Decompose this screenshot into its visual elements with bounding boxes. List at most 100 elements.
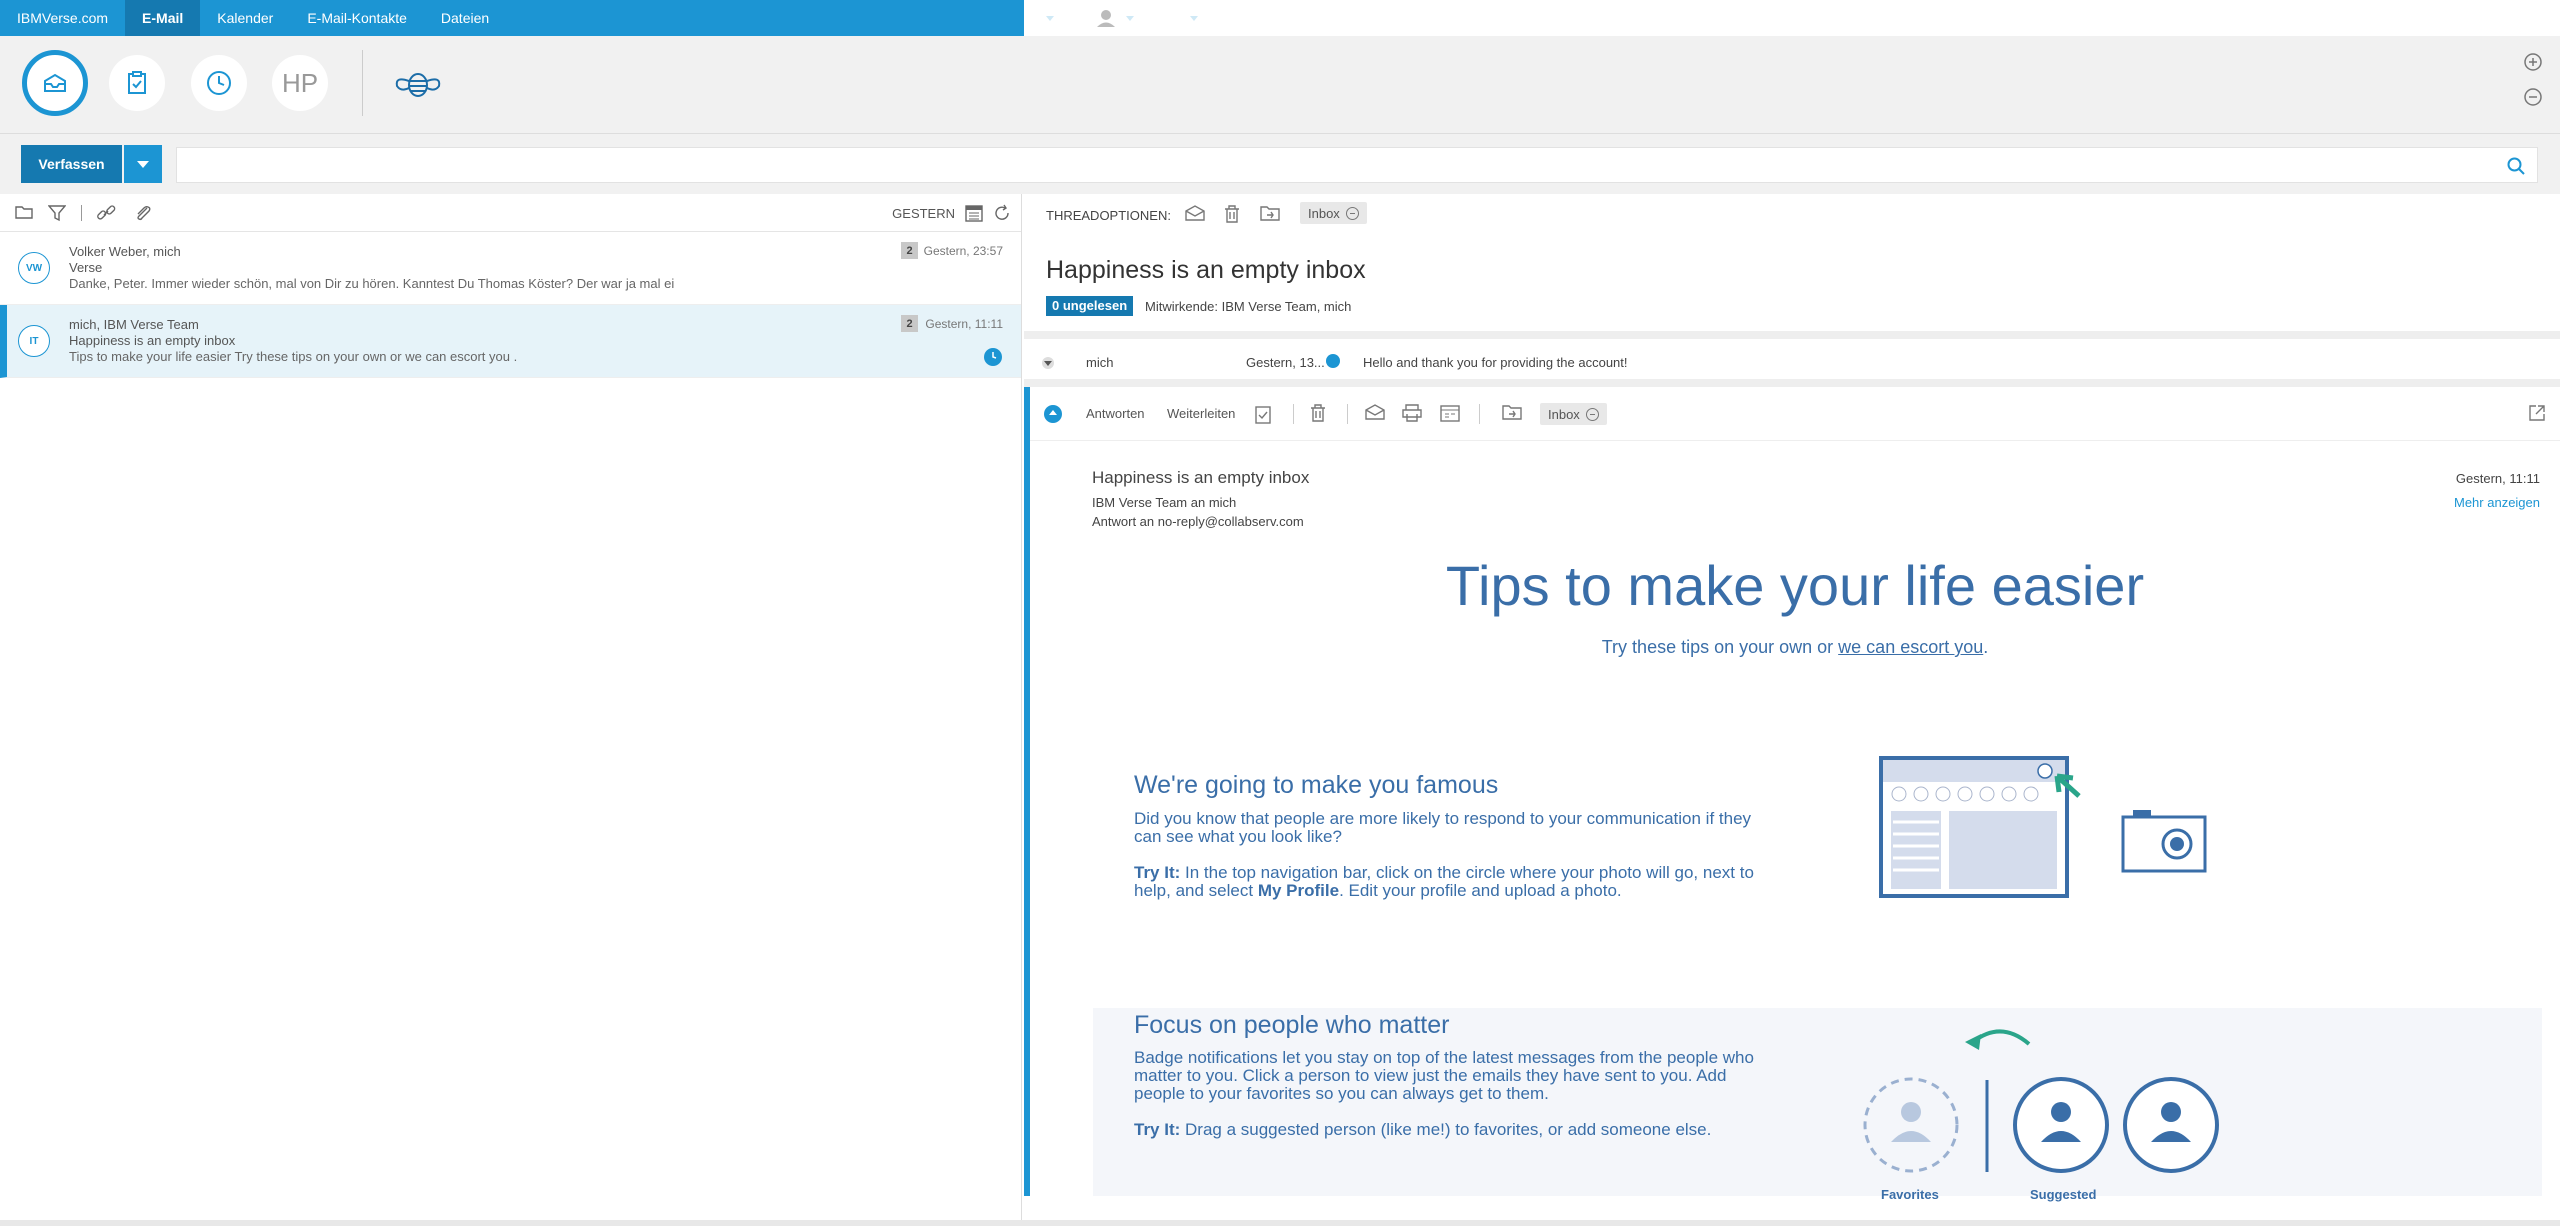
mail-time: Gestern, 11:11 bbox=[925, 317, 1003, 331]
mail-from: mich, IBM Verse Team bbox=[69, 317, 199, 332]
message-toolbar: Antworten Weiterleiten Inbox bbox=[1030, 387, 2560, 441]
hp-avatar[interactable]: HP bbox=[272, 55, 328, 111]
camera-icon bbox=[2121, 810, 2207, 873]
chevron-down-icon bbox=[1046, 15, 1054, 21]
search-icon[interactable] bbox=[2507, 157, 2525, 175]
tryit-label: Try It: bbox=[1134, 863, 1181, 882]
thread-contributors: Mitwirkende: IBM Verse Team, mich bbox=[1145, 299, 1352, 314]
divider bbox=[81, 205, 82, 221]
todo-icon[interactable] bbox=[1254, 404, 1272, 424]
folder-tag-label: Inbox bbox=[1548, 406, 1580, 422]
bottom-edge bbox=[0, 1220, 2560, 1226]
zoom-out-icon[interactable] bbox=[2524, 88, 2542, 106]
reading-pane: THREADOPTIONEN: Inbox Happiness is an em… bbox=[1024, 194, 2560, 1220]
favorites-label: Favorites bbox=[1881, 1187, 1939, 1202]
message-subject: Happiness is an empty inbox bbox=[1092, 468, 1310, 487]
divider bbox=[1293, 404, 1294, 424]
clock-icon[interactable] bbox=[984, 348, 1002, 366]
mark-read-icon[interactable] bbox=[1365, 404, 1385, 420]
nav-contacts[interactable]: E-Mail-Kontakte bbox=[290, 0, 424, 36]
pop-out-icon[interactable] bbox=[2528, 404, 2546, 422]
section-tryit: Try It: Drag a suggested person (like me… bbox=[1134, 1121, 1774, 1139]
forward-button[interactable]: Weiterleiten bbox=[1167, 406, 1235, 421]
inbox-button[interactable] bbox=[22, 50, 88, 116]
compose-search-row: Verfassen bbox=[0, 134, 2560, 194]
mail-list-item[interactable]: IT mich, IBM Verse Team Happiness is an … bbox=[0, 305, 1021, 378]
message-reply-to: Antwort an no-reply@collabserv.com bbox=[1092, 514, 1304, 529]
mail-list-pane: GESTERN VW Volker Weber, mich Verse Dank… bbox=[0, 194, 1022, 1220]
compose-button[interactable]: Verfassen bbox=[21, 145, 122, 183]
todo-button[interactable] bbox=[109, 55, 165, 111]
lightbulb-icon bbox=[1026, 10, 1038, 25]
trash-icon[interactable] bbox=[1224, 205, 1240, 223]
refresh-icon[interactable] bbox=[993, 204, 1011, 222]
divider bbox=[1347, 404, 1348, 424]
profile-screenshot-illustration bbox=[1879, 756, 2081, 898]
collapse-icon[interactable] bbox=[1044, 405, 1062, 423]
folder-tag[interactable]: Inbox bbox=[1540, 403, 1607, 425]
suggested-label: Suggested bbox=[2030, 1187, 2097, 1202]
thread-title: Happiness is an empty inbox bbox=[1046, 256, 1366, 284]
mark-read-icon[interactable] bbox=[1185, 205, 1205, 221]
waiting-button[interactable] bbox=[191, 55, 247, 111]
compose-options-button[interactable] bbox=[124, 145, 162, 183]
subtitle-end: . bbox=[1983, 637, 1989, 657]
search-input[interactable] bbox=[177, 148, 2537, 182]
section-text: Badge notifications let you stay on top … bbox=[1134, 1048, 1754, 1103]
expand-icon[interactable] bbox=[1042, 357, 1054, 369]
list-toolbar: GESTERN bbox=[0, 194, 1021, 232]
attachment-icon[interactable] bbox=[133, 204, 153, 222]
mail-preview: Tips to make your life easier Try these … bbox=[69, 349, 518, 364]
folder-icon[interactable] bbox=[15, 204, 33, 220]
reply-button[interactable]: Antworten bbox=[1086, 406, 1145, 421]
avatar[interactable]: IT bbox=[18, 325, 50, 357]
lightbulb-menu[interactable] bbox=[1024, 9, 1054, 27]
move-to-folder-icon[interactable] bbox=[1260, 205, 1280, 221]
section-text: Did you know that people are more likely… bbox=[1134, 809, 1752, 846]
escort-link[interactable]: we can escort you bbox=[1838, 637, 1983, 657]
user-avatar-icon bbox=[1092, 4, 1120, 32]
calendar-view-icon[interactable] bbox=[965, 204, 983, 222]
tryit-label: Try It: bbox=[1134, 1120, 1181, 1139]
zoom-in-icon[interactable] bbox=[2524, 53, 2542, 71]
clock-icon bbox=[207, 71, 231, 95]
thread-count-badge: 2 bbox=[901, 242, 918, 259]
thread-options-label: THREADOPTIONEN: bbox=[1046, 208, 1171, 223]
folder-tag[interactable]: Inbox bbox=[1300, 202, 1367, 224]
favorites-illustration bbox=[1863, 1029, 2219, 1173]
section-heading: We're going to make you famous bbox=[1134, 771, 1499, 799]
help-menu[interactable]: ? bbox=[1172, 7, 1199, 30]
mail-list-item[interactable]: VW Volker Weber, mich Verse Danke, Peter… bbox=[0, 232, 1021, 305]
nav-files[interactable]: Dateien bbox=[424, 0, 506, 36]
nav-ibmverse[interactable]: IBMVerse.com bbox=[0, 0, 125, 36]
avatar[interactable]: VW bbox=[18, 252, 50, 284]
move-to-folder-icon[interactable] bbox=[1502, 404, 1522, 420]
people-bar: HP bbox=[0, 36, 2560, 134]
remove-tag-icon[interactable] bbox=[1345, 206, 1359, 220]
newsletter-subtitle: Try these tips on your own or we can esc… bbox=[1030, 637, 2560, 658]
chevron-down-icon bbox=[137, 160, 149, 168]
collapsed-message[interactable]: mich Gestern, 13... Hello and thank you … bbox=[1024, 339, 2560, 387]
trash-icon[interactable] bbox=[1310, 404, 1326, 422]
show-more-link[interactable]: Mehr anzeigen bbox=[2454, 495, 2540, 510]
bee-button[interactable] bbox=[390, 55, 446, 111]
folder-tag-label: Inbox bbox=[1308, 205, 1340, 221]
chevron-down-icon bbox=[1126, 15, 1134, 21]
message-snippet: Hello and thank you for providing the ac… bbox=[1363, 355, 1628, 370]
mail-subject: Happiness is an empty inbox bbox=[69, 333, 236, 348]
clipboard-icon bbox=[128, 71, 146, 94]
date-group-label: GESTERN bbox=[892, 206, 955, 221]
message-time: Gestern, 13... bbox=[1246, 355, 1325, 370]
nav-email[interactable]: E-Mail bbox=[125, 0, 201, 36]
mail-time: Gestern, 23:57 bbox=[923, 244, 1003, 258]
hp-initials: HP bbox=[281, 67, 319, 98]
profile-menu[interactable] bbox=[1092, 4, 1134, 32]
calendar-add-icon[interactable] bbox=[1440, 404, 1460, 422]
link-icon[interactable] bbox=[96, 204, 116, 222]
nav-calendar[interactable]: Kalender bbox=[200, 0, 290, 36]
filter-icon[interactable] bbox=[48, 204, 66, 222]
mail-preview: Danke, Peter. Immer wieder schön, mal vo… bbox=[69, 276, 675, 291]
remove-tag-icon[interactable] bbox=[1585, 407, 1599, 421]
search-field bbox=[176, 147, 2538, 183]
print-icon[interactable] bbox=[1402, 404, 1422, 422]
